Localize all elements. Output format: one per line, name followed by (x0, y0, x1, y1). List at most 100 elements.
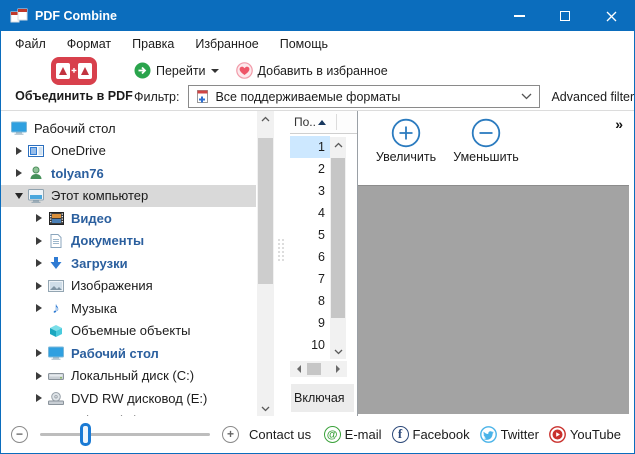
menu-file[interactable]: Файл (15, 37, 46, 51)
expander-collapsed-icon[interactable] (31, 304, 47, 312)
tree-vertical-scrollbar[interactable] (257, 111, 274, 416)
expander-collapsed-icon[interactable] (11, 147, 27, 155)
expander-collapsed-icon[interactable] (31, 259, 47, 267)
panel-splitter[interactable] (274, 111, 290, 416)
scroll-up-icon[interactable] (330, 137, 346, 152)
youtube-icon (549, 426, 566, 443)
list-item[interactable]: 2 (290, 158, 330, 180)
scroll-down-icon[interactable] (330, 344, 346, 359)
list-item[interactable]: 8 (290, 290, 330, 312)
facebook-icon (392, 426, 409, 443)
menu-format[interactable]: Формат (67, 37, 111, 51)
tree-item-music[interactable]: ♪ Музыка (1, 297, 256, 320)
tree-item-dvd-drive-e[interactable]: DVD RW дисковод (E:) (1, 387, 256, 410)
pictures-icon (47, 280, 65, 292)
tree-item-user[interactable]: tolyan76 (1, 162, 256, 185)
zoom-slider[interactable] (40, 433, 210, 436)
tree-item-label: Документы (71, 233, 144, 248)
order-column-header[interactable]: По.. (290, 111, 357, 134)
combine-to-pdf-button[interactable]: Объединить в PDF (13, 57, 135, 103)
tree-item-desktop-root[interactable]: Рабочий стол (1, 117, 256, 140)
youtube-label: YouTube (570, 427, 621, 442)
youtube-link[interactable]: YouTube (549, 426, 621, 443)
list-item[interactable]: 10 (290, 334, 330, 356)
list-item[interactable]: 5 (290, 224, 330, 246)
tree-item-3d-objects[interactable]: Объемные объекты (1, 320, 256, 343)
list-item[interactable]: 3 (290, 180, 330, 202)
downloads-icon (47, 256, 65, 270)
close-button[interactable] (588, 1, 634, 31)
menu-help[interactable]: Помощь (280, 37, 328, 51)
plus-circle-icon (391, 118, 421, 148)
expander-collapsed-icon[interactable] (11, 169, 27, 177)
filter-selected-value: Все поддерживаемые форматы (215, 90, 400, 104)
tree-item-documents[interactable]: Документы (1, 230, 256, 253)
tree-item-this-pc[interactable]: Этот компьютер (1, 185, 256, 208)
user-icon (27, 166, 45, 180)
list-item[interactable]: 9 (290, 312, 330, 334)
filter-row: Фильтр: Все поддерживаемые форматы Advan… (134, 85, 634, 108)
list-vertical-scrollbar[interactable] (330, 137, 346, 359)
tree-item-label: Рабочий стол (71, 346, 159, 361)
menu-favorites[interactable]: Избранное (195, 37, 258, 51)
expander-collapsed-icon[interactable] (31, 214, 47, 222)
scrollbar-thumb[interactable] (331, 158, 345, 318)
twitter-link[interactable]: Twitter (480, 426, 539, 443)
menu-edit[interactable]: Правка (132, 37, 174, 51)
combobox-chevron-icon[interactable] (521, 93, 532, 100)
expander-collapsed-icon[interactable] (31, 237, 47, 245)
slider-handle[interactable] (80, 423, 91, 446)
advanced-filter-link[interactable]: Advanced filter (551, 90, 634, 104)
app-icon (10, 8, 28, 24)
list-item[interactable]: 6 (290, 246, 330, 268)
list-horizontal-scrollbar[interactable] (290, 361, 347, 377)
tree-item-pictures[interactable]: Изображения (1, 275, 256, 298)
list-item[interactable]: 1 (290, 136, 330, 158)
filter-combobox[interactable]: Все поддерживаемые форматы (188, 85, 540, 108)
list-item[interactable]: 7 (290, 268, 330, 290)
tree-item-label: OneDrive (51, 143, 106, 158)
scroll-up-icon[interactable] (257, 111, 274, 126)
preview-panel: Увеличить Уменьшить » (358, 111, 634, 416)
tree-item-downloads[interactable]: Загрузки (1, 252, 256, 275)
expander-collapsed-icon[interactable] (31, 349, 47, 357)
scroll-left-icon[interactable] (293, 365, 301, 373)
order-header-label: По.. (294, 115, 316, 129)
music-icon: ♪ (47, 301, 65, 316)
tree-item-label: Рабочий стол (34, 121, 116, 136)
file-order-body: 1 2 3 4 5 6 7 8 9 10 (290, 134, 357, 416)
zoom-in-button[interactable]: Увеличить (368, 118, 444, 164)
list-item[interactable]: 4 (290, 202, 330, 224)
include-subfolders-button[interactable]: Включая (291, 384, 354, 412)
tree-item-desktop[interactable]: Рабочий стол (1, 342, 256, 365)
more-tools-chevron[interactable]: » (615, 116, 623, 132)
combine-pdf-icon (51, 57, 97, 85)
disk-icon (47, 370, 65, 382)
expander-collapsed-icon[interactable] (31, 372, 47, 380)
expander-collapsed-icon[interactable] (31, 394, 47, 402)
tree-item-videos[interactable]: Видео (1, 207, 256, 230)
maximize-icon (560, 11, 570, 21)
menu-bar: Файл Формат Правка Избранное Помощь (1, 31, 634, 56)
maximize-button[interactable] (542, 1, 588, 31)
tree-item-onedrive[interactable]: OneDrive (1, 140, 256, 163)
expander-collapsed-icon[interactable] (31, 282, 47, 290)
scroll-down-icon[interactable] (257, 401, 274, 416)
add-favorite-button[interactable]: Добавить в избранное (236, 62, 388, 79)
scrollbar-thumb[interactable] (258, 138, 273, 284)
scrollbar-thumb[interactable] (307, 363, 321, 375)
facebook-link[interactable]: Facebook (392, 426, 470, 443)
zoom-out-button[interactable]: Уменьшить (448, 118, 524, 164)
tree-item-local-disk-c[interactable]: Локальный диск (C:) (1, 365, 256, 388)
zoom-buttons: Увеличить Уменьшить (358, 111, 634, 164)
minimize-button[interactable] (496, 1, 542, 31)
contact-us-link[interactable]: Contact us (249, 427, 311, 442)
slider-minus-button[interactable] (11, 426, 28, 443)
email-link[interactable]: E-mail (324, 426, 382, 443)
go-button[interactable]: Перейти (134, 62, 219, 79)
expander-expanded-icon[interactable] (11, 193, 27, 199)
slider-plus-button[interactable] (222, 426, 239, 443)
pdf-combine-window: PDF Combine Файл Формат Правка Избранное… (0, 0, 635, 454)
tree-rows: Рабочий стол OneDrive tolyan76 (1, 111, 274, 416)
scroll-right-icon[interactable] (336, 365, 344, 373)
